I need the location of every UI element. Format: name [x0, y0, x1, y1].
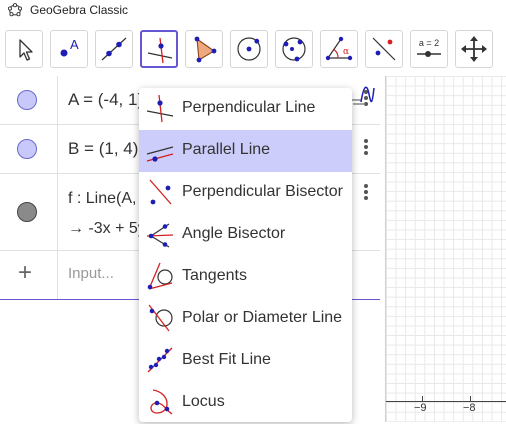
menu-item-best-fit-line[interactable]: Best Fit Line	[139, 340, 352, 382]
x-axis-label: −9	[414, 402, 427, 414]
reflect-tool-button[interactable]	[365, 30, 403, 68]
line-tool-button[interactable]	[95, 30, 133, 68]
visibility-toggle[interactable]	[17, 90, 37, 110]
slider-icon: a = 2	[417, 38, 441, 57]
x-axis	[386, 401, 506, 402]
visibility-toggle[interactable]	[17, 139, 37, 159]
menu-item-polar-diameter-line[interactable]: Polar or Diameter Line	[139, 298, 352, 340]
svg-text:α: α	[343, 47, 349, 57]
input-placeholder[interactable]: Input...	[68, 265, 114, 282]
angle-tool-button[interactable]: α	[320, 30, 358, 68]
line-through-points-icon	[101, 37, 127, 61]
parallel-line-icon	[146, 146, 174, 162]
x-axis-label: −8	[463, 402, 476, 414]
menu-item-parallel-line[interactable]: Parallel Line	[139, 130, 352, 172]
svg-text:A: A	[70, 37, 79, 52]
geogebra-logo-icon	[7, 3, 23, 20]
window-title: GeoGebra Classic	[30, 3, 129, 17]
add-input-plus-icon[interactable]: +	[18, 259, 32, 287]
menu-item-label: Parallel Line	[182, 141, 271, 158]
polar-diameter-line-icon	[148, 304, 173, 332]
polygon-tool-button[interactable]	[185, 30, 223, 68]
menu-item-label: Angle Bisector	[182, 225, 286, 242]
menu-item-label: Polar or Diameter Line	[182, 309, 343, 326]
menu-item-perpendicular-bisector[interactable]: Perpendicular Bisector	[139, 172, 352, 214]
menu-item-label: Tangents	[182, 267, 247, 284]
menu-item-locus[interactable]: Locus	[139, 382, 352, 424]
circle-center-point-tool-button[interactable]	[230, 30, 268, 68]
reflect-about-line-icon	[372, 37, 396, 61]
algebra-expression[interactable]: B = (1, 4)	[68, 139, 138, 159]
perpendicular-bisector-icon	[149, 179, 172, 205]
toolbar: A α a = 2	[0, 20, 506, 76]
kebab-menu-icon[interactable]	[364, 182, 370, 202]
move-tool-button[interactable]	[5, 30, 43, 68]
perpendicular-line-icon	[146, 94, 174, 123]
polygon-icon	[194, 36, 217, 63]
cursor-arrow-icon	[19, 39, 33, 61]
perpendicular-line-icon	[147, 37, 173, 64]
move-graphics-view-tool-button[interactable]	[455, 30, 493, 68]
menu-item-label: Perpendicular Bisector	[182, 183, 343, 200]
menu-item-angle-bisector[interactable]: Angle Bisector	[139, 214, 352, 256]
visibility-toggle[interactable]	[17, 202, 37, 222]
best-fit-line-icon	[147, 347, 173, 373]
locus-icon	[150, 389, 173, 415]
point-tool-button[interactable]: A	[50, 30, 88, 68]
circle-center-point-icon	[237, 37, 261, 61]
circle-three-points-tool-button[interactable]	[275, 30, 313, 68]
move-arrows-icon	[461, 36, 487, 62]
tangents-icon	[147, 262, 173, 290]
perpendicular-line-tool-button[interactable]	[140, 30, 178, 68]
menu-item-tangents[interactable]: Tangents	[139, 256, 352, 298]
input-divider	[57, 251, 58, 299]
algebra-expression[interactable]: A = (-4, 1)	[68, 90, 143, 110]
angle-bisector-icon	[146, 223, 174, 248]
tool-dropdown-menu: Perpendicular Line Parallel Line Perpend…	[139, 88, 352, 422]
algebra-column-divider	[57, 76, 58, 250]
point-icon: A	[60, 37, 79, 57]
menu-item-label: Perpendicular Line	[182, 99, 316, 116]
slider-icon-text: a = 2	[419, 38, 439, 48]
kebab-menu-icon[interactable]	[364, 137, 370, 157]
angle-icon: α	[325, 36, 353, 61]
circle-three-points-icon	[282, 37, 306, 62]
menu-item-perpendicular-line[interactable]: Perpendicular Line	[139, 88, 352, 130]
menu-item-label: Best Fit Line	[182, 351, 271, 368]
slider-tool-button[interactable]: a = 2	[410, 30, 448, 68]
graphics-view[interactable]: −9 −8	[385, 76, 506, 422]
title-bar: GeoGebra Classic	[0, 0, 506, 20]
menu-item-label: Locus	[182, 393, 225, 410]
